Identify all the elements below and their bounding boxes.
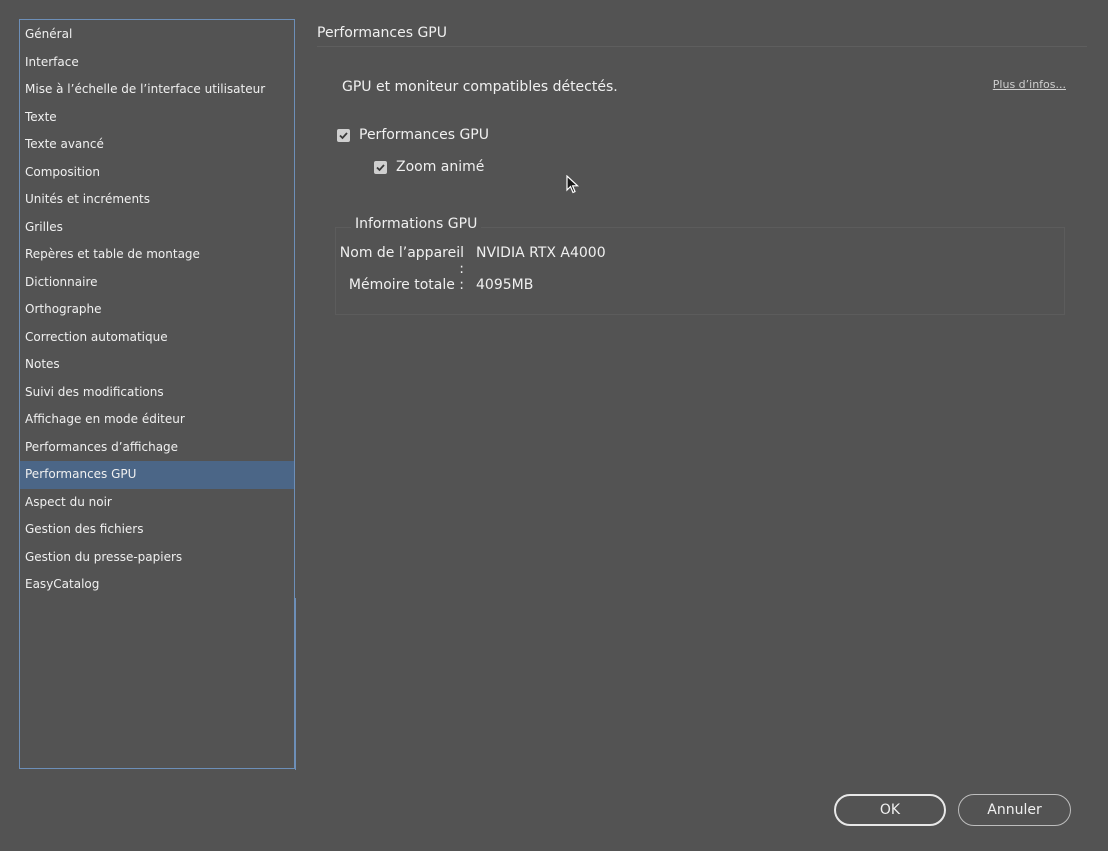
total-memory-row: Mémoire totale : 4095MB xyxy=(336,277,533,293)
gpu-performance-panel: Performances GPU GPU et moniteur compati… xyxy=(317,18,1087,778)
sidebar-item-dictionary[interactable]: Dictionnaire xyxy=(20,269,294,297)
sidebar-item-file-handling[interactable]: Gestion des fichiers xyxy=(20,516,294,544)
sidebar-item-text[interactable]: Texte xyxy=(20,104,294,132)
sidebar-item-composition[interactable]: Composition xyxy=(20,159,294,187)
sidebar-item-easycatalog[interactable]: EasyCatalog xyxy=(20,571,294,599)
page-title: Performances GPU xyxy=(317,18,1087,47)
sidebar-scrollbar[interactable] xyxy=(295,598,296,770)
gpu-performance-label: Performances GPU xyxy=(359,127,489,143)
sidebar-item-clipboard[interactable]: Gestion du presse-papiers xyxy=(20,544,294,572)
preferences-sidebar: Général Interface Mise à l’échelle de l’… xyxy=(19,19,296,770)
sidebar-item-notes[interactable]: Notes xyxy=(20,351,294,379)
more-info-link[interactable]: Plus d’infos... xyxy=(993,78,1066,91)
sidebar-item-general[interactable]: Général xyxy=(20,21,294,49)
checkmark-icon xyxy=(376,163,385,171)
preferences-dialog: Général Interface Mise à l’échelle de l’… xyxy=(0,0,1108,851)
sidebar-item-autocorrect[interactable]: Correction automatique xyxy=(20,324,294,352)
sidebar-item-guides[interactable]: Repères et table de montage xyxy=(20,241,294,269)
gpu-status-text: GPU et moniteur compatibles détectés. xyxy=(342,79,618,95)
mouse-pointer-icon xyxy=(566,175,580,194)
device-name-label: Nom de l’appareil : xyxy=(339,245,464,277)
animated-zoom-option[interactable]: Zoom animé xyxy=(374,159,484,175)
sidebar-item-gpu-performance[interactable]: Performances GPU xyxy=(20,461,294,489)
sidebar-item-interface[interactable]: Interface xyxy=(20,49,294,77)
sidebar-item-units[interactable]: Unités et incréments xyxy=(20,186,294,214)
ok-button[interactable]: OK xyxy=(834,794,946,826)
total-memory-value: 4095MB xyxy=(476,277,534,293)
sidebar-item-track-changes[interactable]: Suivi des modifications xyxy=(20,379,294,407)
device-name-row: Nom de l’appareil : NVIDIA RTX A4000 xyxy=(336,245,606,277)
gpu-performance-option[interactable]: Performances GPU xyxy=(337,127,489,143)
gpu-performance-checkbox[interactable] xyxy=(337,128,350,142)
total-memory-label: Mémoire totale : xyxy=(348,277,464,293)
checkmark-icon xyxy=(339,131,348,139)
sidebar-item-grids[interactable]: Grilles xyxy=(20,214,294,242)
sidebar-item-spelling[interactable]: Orthographe xyxy=(20,296,294,324)
cancel-button[interactable]: Annuler xyxy=(958,794,1071,826)
sidebar-item-display-performance[interactable]: Performances d’affichage xyxy=(20,434,294,462)
sidebar-list: Général Interface Mise à l’échelle de l’… xyxy=(20,20,294,599)
gpu-info-title: Informations GPU xyxy=(351,216,482,232)
sidebar-item-black-appearance[interactable]: Aspect du noir xyxy=(20,489,294,517)
device-name-value: NVIDIA RTX A4000 xyxy=(476,245,606,261)
sidebar-item-ui-scaling[interactable]: Mise à l’échelle de l’interface utilisat… xyxy=(20,76,294,104)
status-row: GPU et moniteur compatibles détectés. Pl… xyxy=(342,76,1066,96)
sidebar-item-advanced-text[interactable]: Texte avancé xyxy=(20,131,294,159)
sidebar-item-story-editor[interactable]: Affichage en mode éditeur xyxy=(20,406,294,434)
animated-zoom-label: Zoom animé xyxy=(396,159,485,175)
animated-zoom-checkbox[interactable] xyxy=(374,160,387,174)
gpu-info-group: Informations GPU Nom de l’appareil : NVI… xyxy=(335,216,1065,315)
